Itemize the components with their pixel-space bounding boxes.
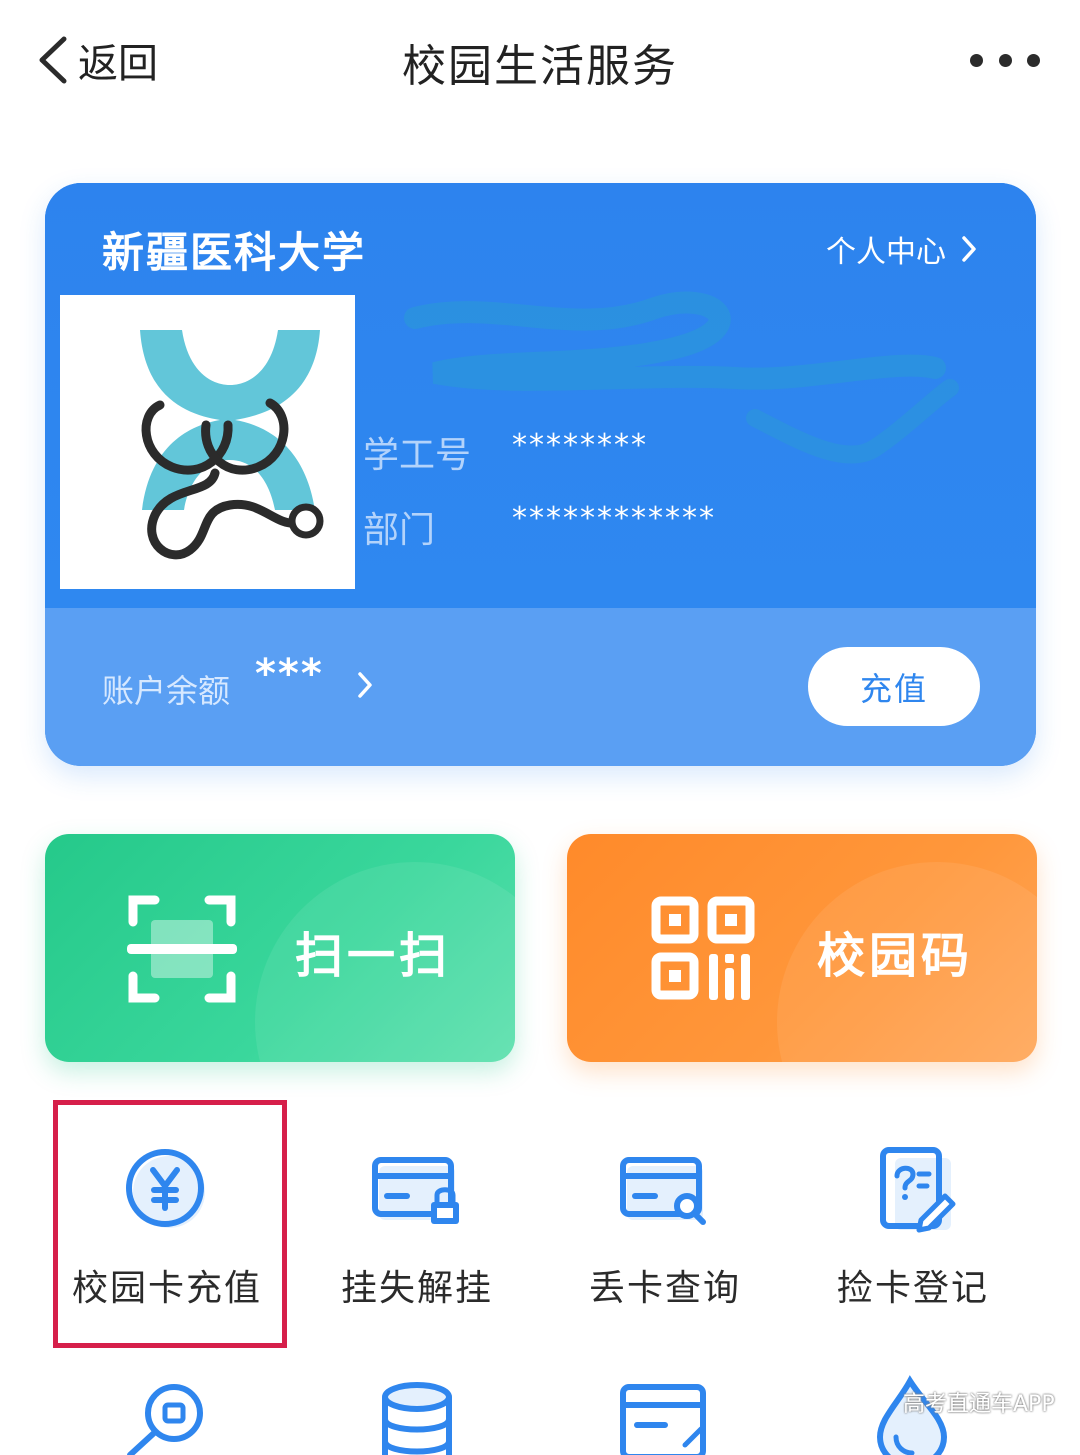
service-label: 挂失解挂	[340, 1268, 493, 1309]
watermark: 高考直通车APP	[903, 1392, 1055, 1417]
campus-code-button[interactable]: 校园码	[567, 834, 1037, 1062]
scan-label: 扫一扫	[295, 928, 452, 984]
department-label: 部门	[363, 510, 436, 551]
personal-center-label: 个人中心	[826, 235, 946, 270]
qr-code-icon	[651, 896, 755, 1000]
student-id-label: 学工号	[363, 435, 472, 476]
service-card-lost-card-query[interactable]: 丢卡查询	[550, 1135, 780, 1335]
service-card-found-card-register[interactable]: 捡卡登记	[798, 1135, 1028, 1335]
key-icon[interactable]	[120, 1375, 220, 1455]
more-dots-icon	[970, 53, 983, 67]
card-edit-icon[interactable]	[615, 1375, 715, 1455]
page-title: 校园生活服务	[402, 41, 678, 92]
more-menu-button[interactable]	[970, 48, 1040, 72]
chevron-right-icon[interactable]	[357, 671, 373, 699]
form-edit-icon	[880, 1147, 956, 1233]
highlight-box	[53, 1100, 287, 1348]
service-card-report-loss[interactable]: 挂失解挂	[302, 1135, 532, 1335]
campus-card: 新疆医科大学 个人中心 学工号 ******** 部门 ************…	[45, 183, 1036, 766]
balance-value[interactable]: ***	[255, 651, 324, 697]
university-logo	[60, 295, 355, 589]
student-id-value: ********	[512, 428, 648, 463]
balance-label: 账户余额	[102, 672, 231, 710]
service-label: 丢卡查询	[588, 1268, 741, 1309]
recharge-button[interactable]: 充值	[808, 647, 980, 726]
top-bar: 返回 校园生活服务	[0, 0, 1080, 120]
university-name: 新疆医科大学	[102, 228, 367, 277]
card-lock-icon	[372, 1157, 459, 1224]
department-value: ************	[512, 501, 716, 536]
database-icon[interactable]	[367, 1375, 467, 1455]
scan-button[interactable]: 扫一扫	[45, 834, 515, 1062]
campus-code-label: 校园码	[817, 928, 974, 984]
personal-center-link[interactable]: 个人中心	[826, 227, 978, 271]
card-search-icon	[620, 1157, 706, 1225]
service-label: 捡卡登记	[836, 1268, 989, 1309]
chevron-right-icon	[962, 236, 976, 262]
scan-icon	[127, 895, 237, 1003]
